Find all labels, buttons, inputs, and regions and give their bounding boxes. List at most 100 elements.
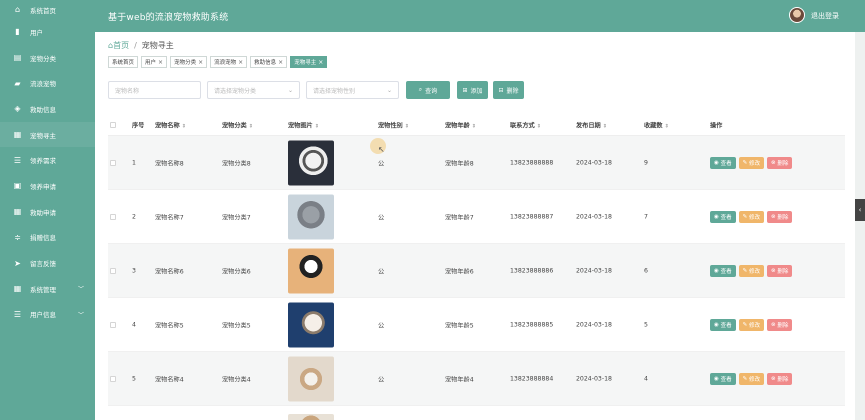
sidebar-item-feedback[interactable]: ➤ 留言反馈 [0, 250, 95, 276]
edit-icon: ✎ [742, 375, 748, 382]
row-checkbox[interactable] [110, 321, 116, 328]
row-checkbox[interactable] [110, 375, 116, 382]
edit-button[interactable]: ✎ 修改 [738, 264, 764, 277]
close-icon[interactable]: × [278, 59, 283, 66]
sidebar-item-stray-pets[interactable]: ▰ 流浪宠物 [0, 70, 95, 96]
row-actions: ◉ 查看 ✎ 修改 ⊗ 删除 [710, 318, 793, 331]
select-all-checkbox[interactable] [110, 121, 116, 128]
logout-link[interactable]: 退出登录 [811, 11, 839, 21]
close-circle-icon: ⊗ [770, 159, 776, 166]
grid-icon: ▦ [13, 130, 22, 140]
sort-icon: ⇕ [248, 123, 253, 129]
tag-users[interactable]: 用户 × [141, 56, 168, 68]
tag-pet-category[interactable]: 宠物分类 × [170, 56, 208, 68]
bar-chart-icon: ▮ [15, 27, 20, 37]
cell-gender: 公 [378, 376, 385, 383]
pet-gender-select[interactable]: 请选择宠物性别 ⌄ [306, 81, 399, 99]
row-checkbox[interactable] [110, 159, 116, 166]
sidebar-item-user-info[interactable]: ☰ 用户信息 ﹀ [0, 302, 95, 328]
table-row: 3 宠物名称6 宠物分类6 公 宠物年龄6 13823888886 2024-03-18 6 ◉… [108, 244, 845, 298]
delete-row-button[interactable]: ⊗ 删除 [766, 372, 793, 385]
edit-button[interactable]: ✎ 修改 [738, 318, 764, 331]
sidebar-item-pet-owner-search[interactable]: ▦ 宠物寻主 [0, 121, 95, 148]
delete-row-button[interactable]: ⊗ 删除 [766, 264, 793, 277]
query-button[interactable]: ⌕ 查询 [406, 81, 450, 99]
cell-age: 宠物年龄8 [445, 160, 474, 167]
view-button[interactable]: ◉ 查看 [710, 264, 736, 277]
tag-home[interactable]: 系统首页 [108, 56, 139, 68]
delete-button[interactable]: ⊟ 删除 [493, 81, 524, 99]
grid-icon: ▦ [13, 284, 22, 294]
edit-button[interactable]: ✎ 修改 [738, 156, 764, 169]
scrollbar[interactable] [855, 32, 865, 420]
header-phone[interactable]: 联系方式 ⇕ [510, 120, 541, 129]
close-icon[interactable]: × [318, 59, 323, 66]
delete-row-button[interactable]: ⊗ 删除 [766, 156, 793, 169]
close-circle-icon: ⊗ [770, 267, 776, 274]
sidebar-item-system-admin[interactable]: ▦ 系统管理 ﹀ [0, 276, 95, 302]
edit-button[interactable]: ✎ 修改 [738, 372, 764, 385]
avatar[interactable] [789, 7, 805, 23]
header-age[interactable]: 宠物年龄 ⇕ [445, 120, 476, 129]
header-image[interactable]: 宠物图片 ⇕ [288, 120, 319, 129]
sidebar-item-adoption-needs[interactable]: ☰ 领养需求 [0, 147, 95, 173]
close-icon[interactable]: × [158, 59, 163, 66]
cell-age: 宠物年龄6 [445, 268, 474, 275]
breadcrumb-separator: / [134, 41, 137, 50]
cell-favorites: 6 [644, 267, 648, 274]
cell-favorites: 9 [644, 159, 648, 166]
view-button[interactable]: ◉ 查看 [710, 318, 736, 331]
chevron-down-icon: ⌄ [287, 86, 293, 94]
sidebar-item-pet-category[interactable]: ▤ 宠物分类 [0, 45, 95, 71]
header-favorites[interactable]: 收藏数 ⇕ [644, 120, 669, 129]
header-name[interactable]: 宠物名称 ⇕ [155, 120, 186, 129]
delete-row-button[interactable]: ⊗ 删除 [766, 210, 793, 223]
edit-icon: ✎ [742, 159, 748, 166]
view-button[interactable]: ◉ 查看 [710, 372, 736, 385]
sort-icon: ⇕ [602, 123, 607, 129]
tag-stray-pets[interactable]: 流浪宠物 × [210, 56, 248, 68]
view-button[interactable]: ◉ 查看 [710, 210, 736, 223]
view-button[interactable]: ◉ 查看 [710, 156, 736, 169]
tag-pet-owner-search[interactable]: 宠物寻主 × [290, 56, 328, 68]
row-checkbox[interactable] [110, 267, 116, 274]
trash-icon: ⊟ [498, 86, 504, 94]
sidebar-item-home[interactable]: ⌂ 系统首页 [0, 0, 95, 19]
breadcrumb-home[interactable]: ⌂首页 [108, 40, 129, 51]
sidebar-item-label: 捐赠信息 [30, 234, 56, 243]
cell-phone: 13823888884 [510, 375, 554, 382]
edit-icon: ✎ [742, 213, 748, 220]
edit-button[interactable]: ✎ 修改 [738, 210, 764, 223]
header-date[interactable]: 发布日期 ⇕ [576, 120, 607, 129]
sidebar-item-label: 留言反馈 [30, 260, 56, 269]
cell-favorites: 4 [644, 375, 648, 382]
sidebar-item-adoption-apply[interactable]: ▣ 领养申请 [0, 173, 95, 199]
close-icon[interactable]: × [238, 59, 243, 66]
sidebar-item-rescue-info[interactable]: ◈ 救助信息 [0, 96, 95, 122]
tag-rescue-info[interactable]: 救助信息 × [250, 56, 288, 68]
cell-category: 宠物分类4 [222, 376, 251, 383]
pet-name-input[interactable]: 宠物名称 [108, 81, 201, 99]
pet-category-select[interactable]: 请选择宠物分类 ⌄ [207, 81, 300, 99]
pet-image [288, 140, 334, 185]
cell-age: 宠物年龄5 [445, 322, 474, 329]
cell-date: 2024-03-18 [576, 213, 612, 220]
sidebar-item-label: 系统首页 [30, 6, 56, 15]
breadcrumb: ⌂首页 / 宠物寻主 [108, 40, 174, 51]
cell-phone: 13823888888 [510, 159, 554, 166]
collapse-handle[interactable]: ‹ [855, 199, 865, 221]
add-button[interactable]: ⊞ 添加 [457, 81, 488, 99]
cell-category: 宠物分类5 [222, 322, 251, 329]
table-header: 序号 宠物名称 ⇕ 宠物分类 ⇕ 宠物图片 ⇕ 宠物性别 ⇕ 宠物年龄 ⇕ 联系方式 ⇕ 发… [108, 114, 845, 136]
clipboard-icon: ▤ [13, 53, 22, 63]
sidebar-item-rescue-apply[interactable]: ▦ 救助申请 [0, 199, 95, 225]
header-category[interactable]: 宠物分类 ⇕ [222, 120, 253, 129]
close-icon[interactable]: × [198, 59, 203, 66]
sidebar-item-donation[interactable]: ≑ 捐赠信息 [0, 225, 95, 251]
delete-row-button[interactable]: ⊗ 删除 [766, 318, 793, 331]
sidebar-item-label: 系统管理 [30, 285, 56, 294]
pet-image [288, 302, 334, 347]
row-checkbox[interactable] [110, 213, 116, 220]
sidebar-item-users[interactable]: ▮ 用户 [0, 19, 95, 45]
header-gender[interactable]: 宠物性别 ⇕ [378, 120, 409, 129]
